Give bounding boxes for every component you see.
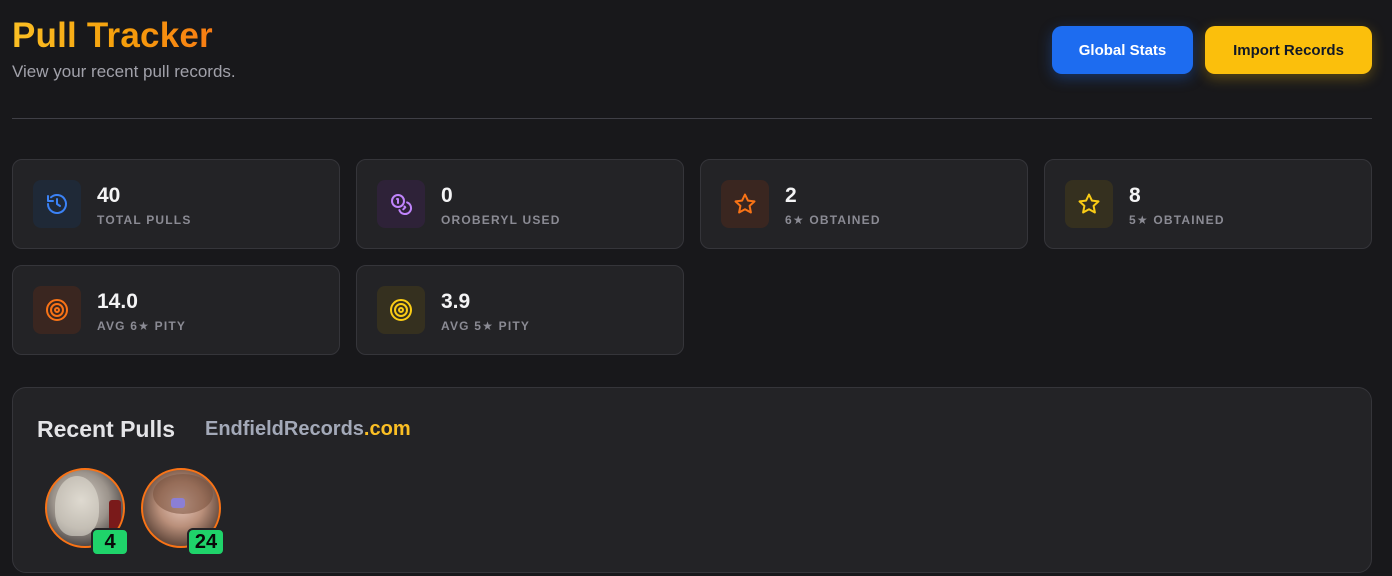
stat-card-6star-obtained: 2 6★ OBTAINED <box>700 159 1028 249</box>
stat-label: 6★ OBTAINED <box>785 213 881 227</box>
pity-badge: 24 <box>187 528 225 556</box>
page-subtitle: View your recent pull records. <box>12 62 236 81</box>
star-icon <box>721 180 769 228</box>
stat-card-oroberyl-used: 0 OROBERYL USED <box>356 159 684 249</box>
stat-value: 3.9 <box>441 290 471 313</box>
history-icon <box>33 180 81 228</box>
brand-watermark: EndfieldRecords.com <box>205 418 411 441</box>
stat-label: AVG 5★ PITY <box>441 319 531 333</box>
stat-card-avg-5star-pity: 3.9 AVG 5★ PITY <box>356 265 684 355</box>
star-icon <box>1065 180 1113 228</box>
page-title: Pull Tracker <box>12 16 236 56</box>
target-icon <box>377 286 425 334</box>
brand-tld: .com <box>363 418 411 440</box>
stat-card-total-pulls: 40 TOTAL PULLS <box>12 159 340 249</box>
stat-label: OROBERYL USED <box>441 213 561 227</box>
stat-value: 2 <box>785 184 797 207</box>
stat-card-5star-obtained: 8 5★ OBTAINED <box>1044 159 1372 249</box>
import-records-button[interactable]: Import Records <box>1205 26 1372 74</box>
pull-item[interactable]: 4 <box>45 468 129 556</box>
stat-label: AVG 6★ PITY <box>97 319 187 333</box>
stat-value: 0 <box>441 184 453 207</box>
stat-card-avg-6star-pity: 14.0 AVG 6★ PITY <box>12 265 340 355</box>
pull-item[interactable]: 24 <box>141 468 225 556</box>
page: Pull Tracker View your recent pull recor… <box>0 0 1392 576</box>
stat-value: 8 <box>1129 184 1141 207</box>
stat-label: TOTAL PULLS <box>97 213 192 227</box>
pity-badge: 4 <box>91 528 129 556</box>
stat-value: 14.0 <box>97 290 138 313</box>
coins-icon <box>377 180 425 228</box>
portrait-hair <box>153 474 213 514</box>
stat-value: 40 <box>97 184 121 207</box>
brand-name: EndfieldRecords <box>205 418 364 440</box>
recent-pulls-panel: Recent Pulls EndfieldRecords.com 4 24 <box>12 387 1372 573</box>
stat-label: 5★ OBTAINED <box>1129 213 1225 227</box>
recent-pulls-title: Recent Pulls <box>37 416 176 442</box>
header-actions: Global Stats Import Records <box>1052 26 1372 74</box>
header: Pull Tracker View your recent pull recor… <box>12 16 236 82</box>
target-icon <box>33 286 81 334</box>
portrait-accent <box>171 498 185 508</box>
header-divider <box>12 118 1372 119</box>
portrait-hair <box>55 476 99 536</box>
global-stats-button[interactable]: Global Stats <box>1052 26 1193 74</box>
